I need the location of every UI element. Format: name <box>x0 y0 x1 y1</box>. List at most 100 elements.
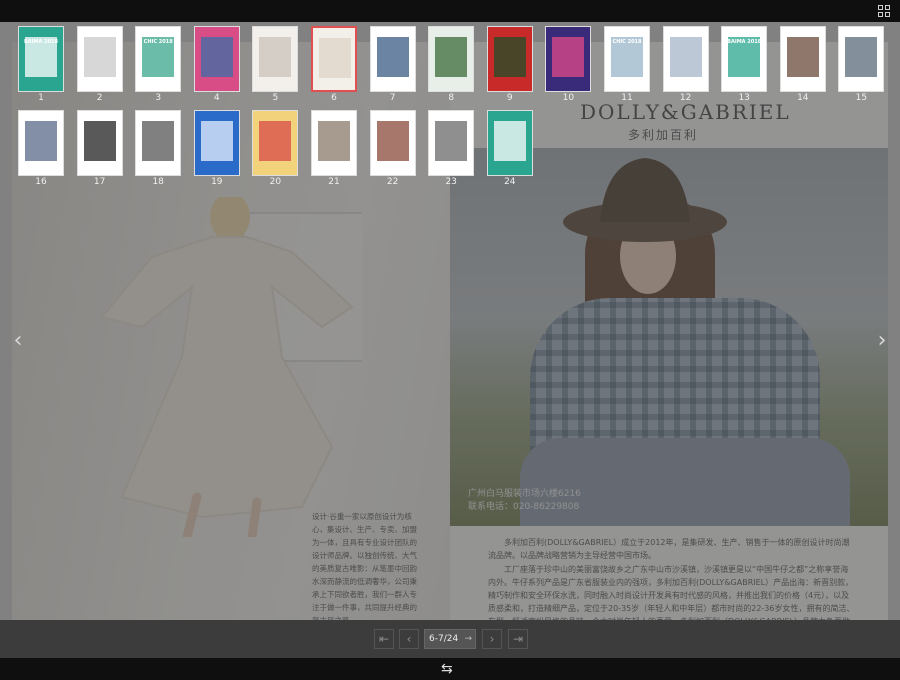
thumbnail-content <box>200 121 233 161</box>
thumbnail-page-11[interactable]: CHIC 2018 11 <box>604 26 650 103</box>
thumbnail-page-24[interactable]: 24 <box>486 110 533 187</box>
thumbnail-number: 3 <box>155 93 162 103</box>
thumbnail-number: 13 <box>738 93 750 103</box>
thumbnail-page-14[interactable]: 14 <box>779 26 826 103</box>
thumbnail-image <box>193 110 240 176</box>
thumbnail-page-13[interactable]: BAIMA 2018 13 <box>721 26 768 103</box>
model-photo: 广州白马服装市场六楼6216 联系电话：020-86229808 <box>450 148 888 526</box>
thumbnail-content <box>318 121 350 161</box>
thumbnail-page-16[interactable]: 16 <box>18 110 64 187</box>
thumbnail-number: 7 <box>389 93 396 103</box>
thumbnail-content <box>259 121 292 161</box>
thumbnail-content <box>200 37 233 77</box>
thumbnail-image: CHIC 2018 <box>135 26 182 92</box>
thumbnail-label: BAIMA 2018 <box>23 39 59 45</box>
thumbnail-content <box>83 37 116 77</box>
thumbnail-content <box>376 37 409 77</box>
footer-bar: ⇆ <box>0 658 900 680</box>
thumbnail-page-3[interactable]: CHIC 2018 3 <box>135 26 182 103</box>
thumbnail-page-1[interactable]: BAIMA 2018 1 <box>18 26 64 103</box>
dress-model-image <box>100 197 354 537</box>
thumbnail-content <box>83 121 116 161</box>
thumbnail-label: CHIC 2018 <box>143 39 173 45</box>
thumbnail-page-23[interactable]: 23 <box>428 110 475 187</box>
thumbnail-image <box>779 26 826 92</box>
photo-address: 广州白马服装市场六楼6216 联系电话：020-86229808 <box>468 488 581 514</box>
thumbnail-page-15[interactable]: 15 <box>838 26 885 103</box>
left-page-text: 设计·谷重一家以原创设计为核心，集设计、生产、专卖、加盟为一体，且具有专业设计团… <box>312 512 417 620</box>
phone-line: 联系电话：020-86229808 <box>468 502 580 512</box>
thumbnail-image: BAIMA 2018 <box>18 26 64 92</box>
thumbnail-page-5[interactable]: 5 <box>252 26 299 103</box>
thumbnail-page-8[interactable]: 8 <box>428 26 475 103</box>
next-page-icon[interactable]: › <box>482 629 502 649</box>
thumbnail-content <box>259 37 292 77</box>
thumbnail-page-9[interactable]: 9 <box>486 26 533 103</box>
thumbnail-image: CHIC 2018 <box>604 26 650 92</box>
thumbnail-image <box>252 110 299 176</box>
thumbnail-number: 2 <box>96 93 103 103</box>
thumbnail-page-6[interactable]: 6 <box>311 26 357 103</box>
page-number-input[interactable]: 6-7/24 → <box>424 629 476 649</box>
right-page-text: 多利加百利(DOLLY&GABRIEL）成立于2012年，是集研发、生产、销售于… <box>488 536 856 620</box>
address-line: 广州白马服装市场六楼6216 <box>468 489 581 499</box>
thumbnail-number: 6 <box>331 93 337 103</box>
thumbnail-content <box>435 37 468 77</box>
thumbnail-page-10[interactable]: 10 <box>545 26 592 103</box>
thumbnail-number: 9 <box>506 93 513 103</box>
brand-name-cn: 多利加百利 <box>628 128 699 142</box>
thumbnail-page-19[interactable]: 19 <box>193 110 240 187</box>
thumbnail-label: BAIMA 2018 <box>727 39 762 45</box>
thumbnail-page-17[interactable]: 17 <box>76 110 123 187</box>
thumbnail-content <box>25 121 57 161</box>
thumbnail-image <box>76 26 123 92</box>
thumbnail-number: 19 <box>211 177 223 187</box>
thumbnail-page-12[interactable]: 12 <box>662 26 709 103</box>
thumbnail-content <box>493 37 526 77</box>
pagination-bar: ⇤ ‹ 6-7/24 → › ⇥ <box>0 620 900 658</box>
go-arrow-icon[interactable]: → <box>464 630 472 648</box>
thumbnail-image <box>662 26 709 92</box>
thumbnail-content <box>552 37 585 77</box>
thumbnail-number: 16 <box>35 177 47 187</box>
thumbnail-content <box>786 37 819 77</box>
thumbnail-number: 15 <box>855 93 868 103</box>
thumbnail-number: 1 <box>38 93 44 103</box>
thumbnail-image <box>428 110 475 176</box>
first-page-icon[interactable]: ⇤ <box>374 629 394 649</box>
thumbnail-image <box>193 26 240 92</box>
thumbnail-page-2[interactable]: 2 <box>76 26 123 103</box>
thumbnail-image <box>311 110 357 176</box>
thumbnail-content <box>845 37 878 77</box>
thumbnail-page-18[interactable]: 18 <box>135 110 182 187</box>
thumbnail-image <box>369 110 416 176</box>
grid-icon[interactable] <box>878 5 890 17</box>
thumbnail-number: 14 <box>797 93 809 103</box>
thumbnail-number: 12 <box>679 93 692 103</box>
chevron-right-icon[interactable]: › <box>874 330 890 352</box>
thumbnail-page-7[interactable]: 7 <box>369 26 416 103</box>
brand-logo: DOLLY&GABRIEL <box>580 100 791 124</box>
chevron-left-icon[interactable]: ‹ <box>10 330 26 352</box>
thumbnail-image <box>252 26 299 92</box>
thumbnail-number: 8 <box>448 93 455 103</box>
thumbnail-number: 10 <box>562 93 575 103</box>
thumbnail-number: 11 <box>621 93 633 103</box>
page-number-value: 6-7/24 <box>429 634 459 644</box>
thumbnail-page-22[interactable]: 22 <box>369 110 416 187</box>
thumbnail-image <box>838 26 885 92</box>
thumbnail-label: CHIC 2018 <box>612 39 642 45</box>
last-page-icon[interactable]: ⇥ <box>508 629 528 649</box>
top-bar <box>0 0 900 22</box>
prev-page-icon[interactable]: ‹ <box>399 629 419 649</box>
paragraph: 工厂座落于珍中山的美丽富饶故乡之广东中山市沙溪镇，沙溪镇更是以“中国牛仔之都”之… <box>488 565 855 620</box>
thumbnail-image <box>76 110 123 176</box>
thumbnail-page-4[interactable]: 4 <box>193 26 240 103</box>
thumbnail-page-21[interactable]: 21 <box>311 110 357 187</box>
thumbnail-number: 5 <box>272 93 279 103</box>
thumbnail-image <box>428 26 475 92</box>
thumbnail-content <box>319 38 351 78</box>
thumbnail-page-20[interactable]: 20 <box>252 110 299 187</box>
swap-icon[interactable]: ⇆ <box>441 661 453 677</box>
thumbnail-content <box>493 121 526 161</box>
